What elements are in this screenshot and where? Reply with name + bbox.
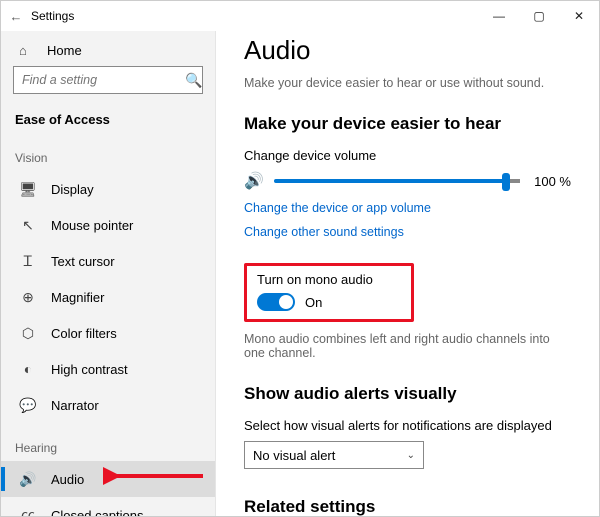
slider-thumb[interactable]: [502, 173, 510, 191]
home-label: Home: [47, 43, 82, 58]
search-input-wrap[interactable]: 🔍: [13, 66, 203, 94]
volume-icon: 🔊: [244, 171, 264, 191]
sidebar-item-narrator[interactable]: 💬 Narrator: [1, 387, 215, 423]
text-cursor-icon: Ꮖ: [19, 253, 37, 270]
hearing-head: Hearing: [1, 423, 215, 461]
home-nav[interactable]: ⌂ Home: [1, 37, 215, 66]
section-related-head: Related settings: [244, 497, 571, 516]
ease-of-access-head: Ease of Access: [1, 106, 215, 133]
mono-label: Turn on mono audio: [257, 272, 401, 287]
sidebar-item-label: Display: [51, 182, 94, 197]
visual-label: Select how visual alerts for notificatio…: [244, 418, 571, 433]
mono-state: On: [305, 295, 322, 310]
volume-value: 100 %: [534, 174, 571, 189]
volume-slider[interactable]: [274, 179, 508, 183]
color-filters-icon: ⬡: [19, 325, 37, 342]
visual-alert-select[interactable]: No visual alert ⌄: [244, 441, 424, 469]
mono-audio-box: Turn on mono audio On: [244, 263, 414, 322]
sidebar-item-closed-captions[interactable]: ㏄ Closed captions: [1, 497, 215, 516]
high-contrast-icon: ◐: [19, 361, 37, 377]
sidebar-item-audio[interactable]: 🔊 Audio: [1, 461, 215, 497]
window-title: Settings: [31, 9, 479, 23]
sidebar: ⌂ Home 🔍 Ease of Access Vision 🖥 Display ↖…: [1, 31, 216, 516]
close-button[interactable]: ✕: [559, 1, 599, 31]
sidebar-item-text-cursor[interactable]: Ꮖ Text cursor: [1, 243, 215, 279]
back-button[interactable]: ←: [1, 9, 31, 24]
mono-desc: Mono audio combines left and right audio…: [244, 332, 571, 360]
sidebar-item-magnifier[interactable]: ⊕ Magnifier: [1, 279, 215, 315]
magnifier-icon: ⊕: [19, 289, 37, 306]
home-icon: ⌂: [19, 43, 33, 58]
sidebar-item-label: Mouse pointer: [51, 218, 133, 233]
search-input[interactable]: [22, 73, 185, 87]
search-icon: 🔍: [185, 72, 202, 89]
section-visual-head: Show audio alerts visually: [244, 384, 571, 404]
change-volume-link[interactable]: Change the device or app volume: [244, 201, 571, 215]
minimize-button[interactable]: —: [479, 1, 519, 31]
sidebar-item-mouse-pointer[interactable]: ↖ Mouse pointer: [1, 207, 215, 243]
sidebar-item-label: Closed captions: [51, 508, 144, 517]
page-title: Audio: [244, 35, 571, 66]
sidebar-item-label: High contrast: [51, 362, 128, 377]
sidebar-item-high-contrast[interactable]: ◐ High contrast: [1, 351, 215, 387]
sidebar-item-display[interactable]: 🖥 Display: [1, 171, 215, 207]
sidebar-item-label: Text cursor: [51, 254, 115, 269]
sidebar-item-color-filters[interactable]: ⬡ Color filters: [1, 315, 215, 351]
mouse-pointer-icon: ↖: [19, 217, 37, 234]
display-icon: 🖥: [19, 181, 37, 198]
audio-icon: 🔊: [19, 471, 37, 488]
section-hear-head: Make your device easier to hear: [244, 114, 571, 134]
volume-label: Change device volume: [244, 148, 571, 163]
page-subtitle: Make your device easier to hear or use w…: [244, 76, 571, 90]
sidebar-item-label: Narrator: [51, 398, 99, 413]
maximize-button[interactable]: ▢: [519, 1, 559, 31]
sidebar-item-label: Color filters: [51, 326, 117, 341]
chevron-down-icon: ⌄: [407, 450, 415, 461]
narrator-icon: 💬: [19, 397, 37, 414]
closed-captions-icon: ㏄: [19, 505, 37, 516]
sidebar-item-label: Audio: [51, 472, 84, 487]
vision-head: Vision: [1, 133, 215, 171]
content-area: Audio Make your device easier to hear or…: [216, 31, 599, 516]
other-sound-link[interactable]: Change other sound settings: [244, 225, 571, 239]
mono-toggle[interactable]: [257, 293, 295, 311]
visual-alert-value: No visual alert: [253, 448, 335, 463]
sidebar-item-label: Magnifier: [51, 290, 104, 305]
